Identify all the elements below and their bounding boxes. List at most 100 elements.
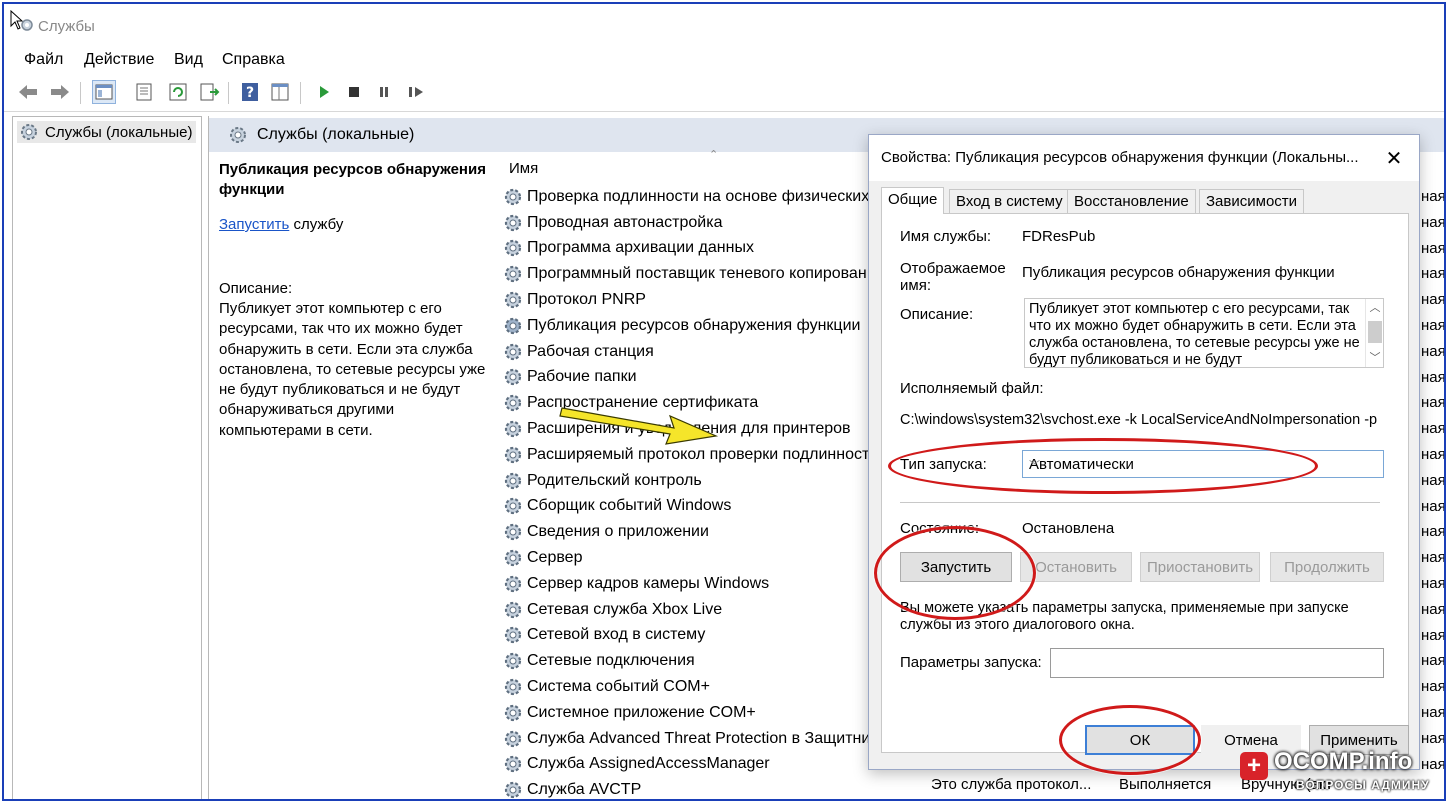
startup-type-fragment: ная xyxy=(1421,471,1446,489)
tab-logon[interactable]: Вход в систему xyxy=(949,189,1070,213)
start-service-action: Запустить службу xyxy=(219,216,489,233)
scroll-down-icon[interactable]: ﹀ xyxy=(1366,349,1384,365)
column-header-name[interactable]: Имя xyxy=(509,160,538,177)
dialog-description-box[interactable]: Публикует этот компьютер с его ресурсами… xyxy=(1024,298,1384,368)
startup-type-fragment: ная xyxy=(1421,420,1446,438)
annotation-ellipse-start-button xyxy=(874,526,1036,620)
general-tab-panel: Имя службы: FDResPub Отображаемое имя: П… xyxy=(874,213,1409,753)
restart-icon[interactable] xyxy=(404,80,428,104)
service-name: Проводная автонастройка xyxy=(527,213,723,231)
pause-button[interactable]: Приостановить xyxy=(1140,552,1260,582)
console-tree-icon[interactable] xyxy=(92,80,116,104)
screenshot-frame: Службы Файл Действие Вид Справка ? Служб… xyxy=(2,2,1446,801)
scroll-up-icon[interactable]: ︿ xyxy=(1366,299,1384,315)
menu-view[interactable]: Вид xyxy=(174,51,203,69)
service-row[interactable]: Проводная автонастройка xyxy=(503,210,883,236)
startup-type-fragment: ная xyxy=(1421,239,1446,257)
service-gear-icon xyxy=(504,266,522,283)
tab-recovery[interactable]: Восстановление xyxy=(1067,189,1196,213)
main-header-title: Службы (локальные) xyxy=(257,126,415,143)
stop-button[interactable]: Остановить xyxy=(1020,552,1132,582)
service-gear-icon xyxy=(504,549,522,567)
startup-type-fragment: ная xyxy=(1421,188,1446,205)
service-row[interactable]: Программный поставщик теневого копирован xyxy=(503,261,883,287)
startup-type-fragment: ная xyxy=(1421,497,1446,515)
service-row[interactable]: Рабочие папки xyxy=(503,365,883,391)
service-row[interactable]: Система событий COM+ xyxy=(503,674,883,700)
tree-item-services-local[interactable]: Службы (локальные) xyxy=(17,121,197,143)
refresh-icon[interactable] xyxy=(166,80,190,104)
services-app-icon xyxy=(21,19,33,31)
service-row[interactable]: Программа архивации данных xyxy=(503,236,883,262)
pause-icon[interactable] xyxy=(372,80,396,104)
export-list-icon[interactable] xyxy=(198,80,222,104)
service-row[interactable]: Сервер кадров камеры Windows xyxy=(503,571,883,597)
service-row[interactable]: Сетевые подключения xyxy=(503,648,883,674)
service-name: Программа архивации данных xyxy=(527,239,754,257)
service-name: Публикация ресурсов обнаружения функции xyxy=(527,316,861,334)
divider xyxy=(900,502,1380,503)
dialog-titlebar: Свойства: Публикация ресурсов обнаружени… xyxy=(869,135,1419,181)
service-row[interactable]: Публикация ресурсов обнаружения функции xyxy=(503,313,883,339)
back-arrow-icon[interactable] xyxy=(16,80,40,104)
service-name: Системное приложение COM+ xyxy=(527,703,756,721)
description-scrollbar[interactable]: ︿ ﹀ xyxy=(1365,299,1383,367)
bottom-row-description: Это служба протокол... xyxy=(931,776,1092,793)
tree-item-label: Службы (локальные) xyxy=(45,123,193,141)
service-row[interactable]: Родительский контроль xyxy=(503,468,883,494)
startup-type-fragment: ная xyxy=(1421,574,1446,592)
service-name: Родительский контроль xyxy=(527,471,702,489)
service-gear-icon xyxy=(504,240,522,257)
service-gear-icon xyxy=(504,317,522,334)
service-row[interactable]: Сведения о приложении xyxy=(503,519,883,545)
exe-label: Исполняемый файл: xyxy=(900,380,1044,397)
service-row[interactable]: Сервер xyxy=(503,545,883,571)
service-gear-icon xyxy=(504,446,522,463)
service-row[interactable]: Сетевой вход в систему xyxy=(503,623,883,649)
annotation-ellipse-ok-button xyxy=(1059,705,1201,775)
service-row[interactable]: Служба AVCTP xyxy=(503,777,883,799)
service-name: Рабочие папки xyxy=(527,368,637,386)
tab-dependencies[interactable]: Зависимости xyxy=(1199,189,1305,213)
service-name-value: FDResPub xyxy=(1022,228,1096,245)
menu-action[interactable]: Действие xyxy=(84,51,154,69)
yellow-pointer-arrow xyxy=(559,407,719,445)
service-row[interactable]: Сборщик событий Windows xyxy=(503,494,883,520)
startup-type-fragment: ная xyxy=(1421,703,1446,721)
properties-page-icon[interactable] xyxy=(132,80,156,104)
service-gear-icon xyxy=(504,575,522,592)
forward-arrow-icon[interactable] xyxy=(48,80,72,104)
startup-type-fragment: ная xyxy=(1421,626,1446,644)
play-icon[interactable] xyxy=(312,80,336,104)
service-gear-icon xyxy=(504,678,522,696)
console-tree: Службы (локальные) xyxy=(12,116,202,799)
service-gear-icon xyxy=(504,782,522,799)
services-list: Проверка подлинности на основе физически… xyxy=(503,184,883,799)
service-row[interactable]: Служба Advanced Threat Protection в Защи… xyxy=(503,726,883,752)
params-input[interactable] xyxy=(1050,648,1384,678)
close-icon[interactable]: ✕ xyxy=(1381,145,1407,171)
watermark-badge: + xyxy=(1240,752,1268,780)
scroll-thumb[interactable] xyxy=(1368,321,1382,343)
tab-general[interactable]: Общие xyxy=(881,187,945,214)
startup-type-fragment: ная xyxy=(1421,523,1446,541)
service-row[interactable]: Служба AssignedAccessManager xyxy=(503,752,883,778)
service-name: Система событий COM+ xyxy=(527,678,710,696)
service-row[interactable]: Рабочая станция xyxy=(503,339,883,365)
extended-view-icon[interactable] xyxy=(268,80,292,104)
service-row[interactable]: Сетевая служба Xbox Live xyxy=(503,597,883,623)
service-row[interactable]: Протокол PNRP xyxy=(503,287,883,313)
help-icon[interactable]: ? xyxy=(238,80,262,104)
watermark-subtext: ВОПРОСЫ АДМИНУ xyxy=(1296,778,1430,792)
service-gear-icon xyxy=(504,420,522,438)
menu-file[interactable]: Файл xyxy=(24,51,63,69)
window-titlebar: Службы xyxy=(4,4,1444,44)
service-name: Программный поставщик теневого копирован xyxy=(527,265,867,283)
stop-icon[interactable] xyxy=(342,80,366,104)
dialog-description-text: Публикует этот компьютер с его ресурсами… xyxy=(1029,301,1360,368)
start-service-link[interactable]: Запустить xyxy=(219,216,289,233)
service-row[interactable]: Системное приложение COM+ xyxy=(503,700,883,726)
service-row[interactable]: Проверка подлинности на основе физически… xyxy=(503,184,883,210)
resume-button[interactable]: Продолжить xyxy=(1270,552,1384,582)
menu-help[interactable]: Справка xyxy=(222,51,285,69)
